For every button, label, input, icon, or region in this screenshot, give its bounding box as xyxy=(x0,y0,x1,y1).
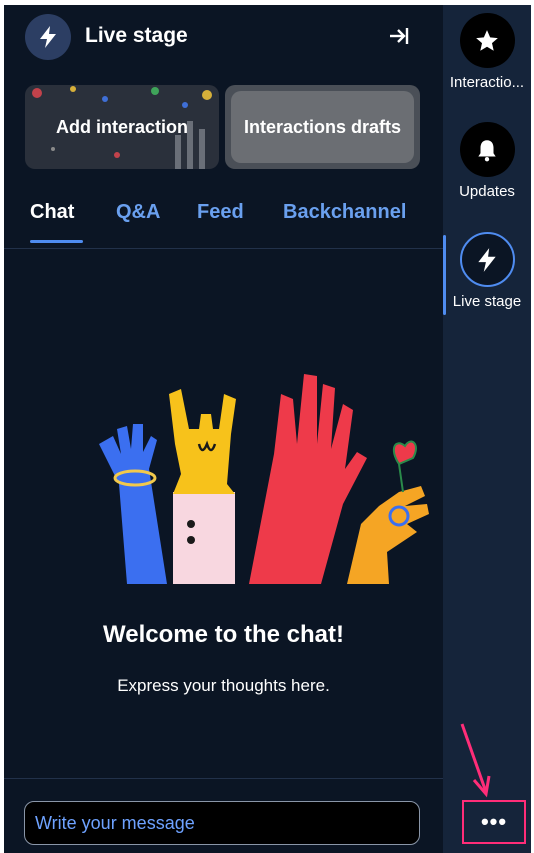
collapse-panel-icon[interactable] xyxy=(386,24,410,48)
star-icon xyxy=(459,13,515,68)
welcome-subtitle: Express your thoughts here. xyxy=(117,676,330,695)
message-composer xyxy=(4,778,443,853)
welcome-title: Welcome to the chat! xyxy=(103,621,344,648)
bell-icon xyxy=(459,122,515,177)
interaction-cards: Add interaction Interactions drafts xyxy=(4,85,443,171)
sidebar-item-interactions[interactable]: Interactio... xyxy=(443,13,531,91)
tab-backchannel[interactable]: Backchannel xyxy=(283,201,406,224)
more-options-button[interactable]: ••• xyxy=(462,800,526,844)
interactions-drafts-label: Interactions drafts xyxy=(243,116,402,137)
live-stage-panel: Live stage Add interaction Interactions … xyxy=(4,5,443,853)
sidebar-item-label: Live stage xyxy=(452,293,522,310)
add-interaction-card[interactable]: Add interaction xyxy=(25,85,219,169)
sidebar-item-label: Updates xyxy=(459,183,515,200)
panel-header: Live stage xyxy=(4,5,443,77)
chat-empty-state: Welcome to the chat! Express your though… xyxy=(4,249,443,779)
tab-chat[interactable]: Chat xyxy=(30,201,74,224)
message-input[interactable] xyxy=(24,801,420,845)
active-tab-indicator xyxy=(30,240,83,243)
sidebar-item-updates[interactable]: Updates xyxy=(443,122,531,200)
sidebar-item-label: Interactio... xyxy=(449,74,525,91)
lightning-icon xyxy=(459,232,515,287)
chat-tabs: Chat Q&A Feed Backchannel xyxy=(4,195,443,249)
interactions-drafts-card[interactable]: Interactions drafts xyxy=(225,85,420,169)
pointer-arrow-annotation xyxy=(460,723,491,798)
add-interaction-label: Add interaction xyxy=(55,116,188,137)
page-title: Live stage xyxy=(85,24,188,47)
lightning-icon xyxy=(25,14,71,60)
raised-hands-illustration xyxy=(99,374,429,584)
sidebar-item-live-stage[interactable]: Live stage xyxy=(443,232,531,310)
tab-qa[interactable]: Q&A xyxy=(116,201,160,224)
tab-feed[interactable]: Feed xyxy=(197,201,244,224)
